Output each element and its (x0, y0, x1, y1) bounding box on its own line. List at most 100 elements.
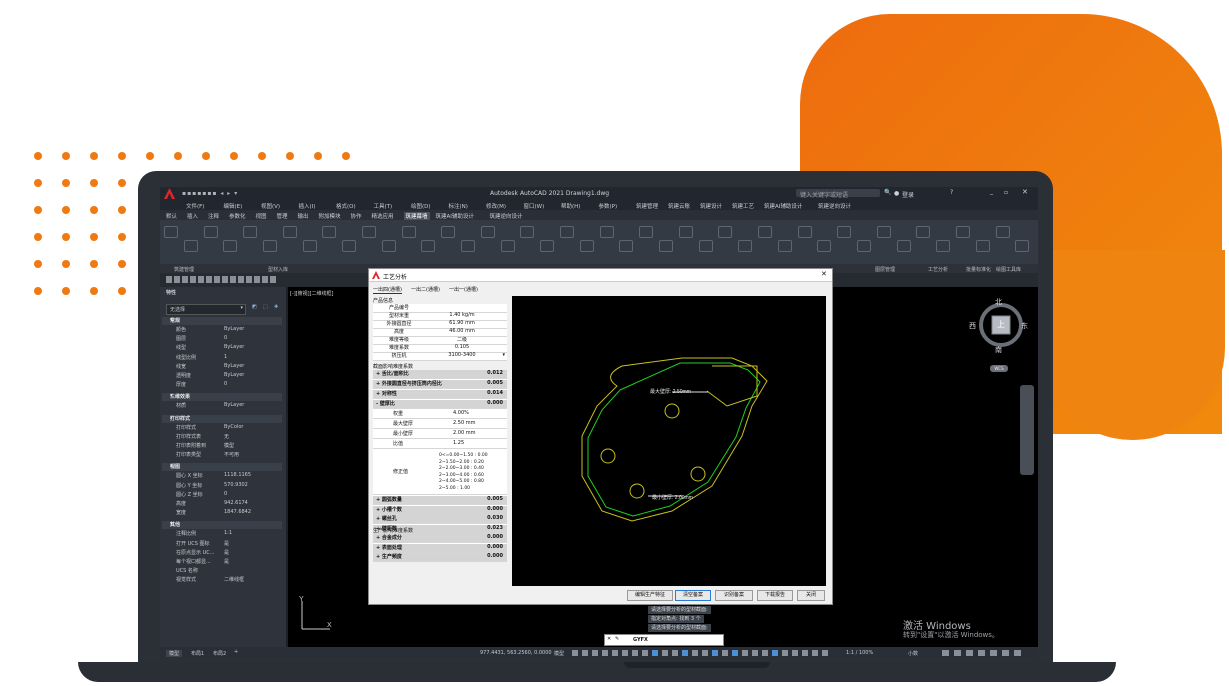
wrench-icon[interactable]: ✎ (615, 636, 619, 642)
ribbon-tab[interactable]: 附加模块 (319, 212, 341, 220)
viewcube-top[interactable]: 上 (997, 319, 1005, 330)
close-button[interactable]: ✕ (1022, 188, 1028, 196)
menu-item[interactable]: 视图(V) (261, 202, 280, 210)
factor-group-row[interactable]: + 小槽个数 0.000 (373, 505, 507, 515)
property-row[interactable]: 圆心 Y 坐标 570.9302 (168, 482, 284, 491)
ribbon-tab[interactable]: 注释 (208, 212, 219, 220)
layout-tab[interactable]: 模型 (166, 650, 183, 657)
property-row[interactable]: 厚度 0 (168, 381, 284, 390)
info-value[interactable]: 3100-3400 (427, 352, 497, 358)
property-row[interactable]: 打印表附着到 模型 (168, 442, 284, 451)
status-toggle-icon[interactable] (722, 650, 728, 656)
property-section-header[interactable]: 常规 ▾ (162, 317, 282, 325)
ribbon-tool-button[interactable] (995, 226, 1010, 238)
dialog-tab[interactable]: 一出四(通槽) (373, 286, 402, 294)
ribbon-tool-button[interactable] (619, 240, 634, 252)
status-toggle-icon[interactable] (602, 650, 608, 656)
ribbon-tool-button[interactable] (599, 226, 614, 238)
toolbar-icon[interactable] (262, 276, 268, 283)
ribbon-tool-button[interactable] (876, 226, 891, 238)
menu-item[interactable]: 筑建AI辅助设计 (764, 202, 802, 210)
status-tool-icon[interactable] (966, 650, 973, 656)
factor-group-row[interactable]: + 外接圆直径与挤压筒内径比 0.005 (373, 380, 507, 389)
ribbon-tool-button[interactable] (837, 226, 852, 238)
status-tool-icon[interactable] (990, 650, 997, 656)
property-row[interactable]: 打印样式 ByColor (168, 424, 284, 433)
viewport-label[interactable]: [-][俯视][二维线框] (290, 290, 334, 297)
ribbon-tab[interactable]: 输出 (298, 212, 309, 220)
ribbon-tool-button[interactable] (243, 226, 258, 238)
chevron-down-icon[interactable]: ▾ (170, 393, 278, 399)
menu-item[interactable]: 工具(T) (374, 202, 393, 210)
search-input[interactable]: 键入关键字或短语 (796, 189, 880, 199)
ribbon-tool-button[interactable] (698, 240, 713, 252)
toolbar-icon[interactable] (214, 276, 220, 283)
menu-item[interactable]: 筑建云账 (668, 202, 690, 210)
ribbon-tab[interactable]: 默认 (166, 212, 177, 220)
close-icon[interactable]: ✕ (607, 636, 611, 642)
menu-item[interactable]: 格式(O) (336, 202, 356, 210)
property-row[interactable]: 圆心 Z 坐标 0 (168, 491, 284, 500)
status-toggle-icon[interactable] (732, 650, 738, 656)
property-section-header[interactable]: 视图 ▾ (162, 463, 282, 472)
toolbar-icon[interactable] (174, 276, 180, 283)
ribbon-tool-button[interactable] (817, 240, 832, 252)
ribbon-tool-button[interactable] (164, 226, 178, 238)
ribbon-tool-button[interactable] (540, 240, 555, 252)
chevron-down-icon[interactable]: ▾ (170, 463, 278, 469)
factor-group-row[interactable]: + 螺丝孔 0.030 (373, 515, 507, 524)
status-toggle-icon[interactable] (702, 650, 708, 656)
ribbon-tab[interactable]: 视图 (256, 212, 267, 220)
navigation-bar[interactable] (1020, 385, 1034, 475)
property-row[interactable]: 打印样式表 无 (168, 433, 284, 442)
status-toggle-icon[interactable] (622, 650, 628, 656)
ribbon-tool-button[interactable] (441, 226, 456, 238)
command-line-input[interactable]: ✕ ✎ GYFX (604, 634, 724, 646)
property-section-header[interactable]: 其他 ▾ (162, 521, 282, 530)
property-row[interactable]: 视觉样式 二维线框 (168, 576, 284, 585)
restore-button[interactable]: ▫ (1004, 189, 1008, 196)
ribbon-tool-button[interactable] (975, 240, 990, 252)
status-toggle-icon[interactable] (712, 650, 718, 656)
ribbon-tab[interactable]: 精选应用 (372, 212, 394, 220)
property-row[interactable]: 打开 UCS 图标 是 (168, 540, 284, 549)
ribbon-tool-button[interactable] (183, 240, 198, 252)
toolbar-icon[interactable] (254, 276, 260, 283)
quick-select-icon[interactable]: ◩ (252, 304, 257, 310)
search-icon[interactable]: 🔍 (884, 189, 891, 196)
status-toggle-icon[interactable] (762, 650, 768, 656)
model-space-toggle[interactable]: 模型 (554, 650, 564, 657)
menu-item[interactable]: 插入(I) (299, 202, 316, 210)
menu-item[interactable]: 编辑(E) (224, 202, 243, 210)
ribbon-tool-button[interactable] (579, 240, 594, 252)
status-toggle-icon[interactable] (742, 650, 748, 656)
login-link[interactable]: 登录 (902, 190, 914, 199)
ribbon-tool-button[interactable] (480, 226, 495, 238)
ribbon-tool-button[interactable] (758, 226, 772, 238)
layout-tab[interactable]: 布局2 (210, 650, 229, 657)
ribbon-tool-button[interactable] (956, 226, 970, 238)
dialog-tab[interactable]: 一出二(通槽) (411, 286, 440, 293)
property-row[interactable]: UCS 名称 (168, 567, 284, 576)
wcs-menu[interactable]: WCS (990, 365, 1008, 372)
factor-group-row[interactable]: + 舌比/面积比 0.012 (373, 370, 507, 379)
layout-tab[interactable]: 布局1 (188, 650, 207, 657)
status-toggle-icon[interactable] (582, 650, 588, 656)
toolbar-icon[interactable] (182, 276, 188, 283)
viewcube-west[interactable]: 西 (969, 321, 976, 331)
toolbar-icon[interactable] (238, 276, 244, 283)
ribbon-tool-button[interactable] (401, 226, 416, 238)
toolbar-icon[interactable] (230, 276, 236, 283)
property-row[interactable]: 线型 ByLayer (168, 344, 284, 353)
status-toggle-icon[interactable] (632, 650, 638, 656)
chevron-down-icon[interactable]: ▾ (170, 521, 278, 527)
toolbar-icon[interactable] (198, 276, 204, 283)
toolbar-icon[interactable] (222, 276, 228, 283)
toolbar-icon[interactable] (166, 276, 172, 283)
menu-item[interactable]: 文件(F) (186, 202, 204, 210)
menu-item[interactable]: 标注(N) (449, 202, 468, 210)
ribbon-tool-button[interactable] (461, 240, 475, 252)
production-group-row[interactable]: + 表面处理 0.000 (373, 543, 507, 553)
minimize-button[interactable]: _ (990, 188, 993, 195)
chevron-down-icon[interactable]: ▾ (170, 317, 278, 323)
